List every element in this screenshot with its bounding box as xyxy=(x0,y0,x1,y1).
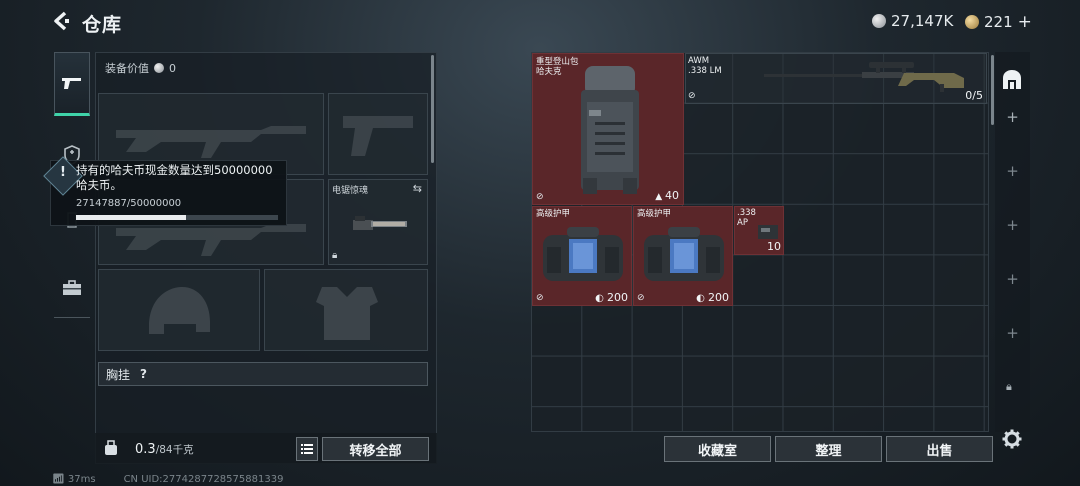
silver-currency: 27,147K xyxy=(872,12,953,30)
rifle-silhouette-icon xyxy=(116,126,306,158)
storage-tab-main[interactable] xyxy=(1000,68,1024,96)
tooltip-message: 持有的哈夫币现金数量达到50000000哈夫币。 xyxy=(76,163,273,192)
info-icon: ! xyxy=(60,165,66,180)
melee-slot[interactable]: 电锯惊魂 ⇆ 🔒︎ xyxy=(328,179,428,265)
chest-rig-bar[interactable]: 胸挂 ? xyxy=(98,362,428,386)
ammo-box-icon xyxy=(758,225,778,239)
weight-capacity: /84千克 xyxy=(155,444,194,456)
add-storage-tab-icon[interactable]: + xyxy=(995,324,1030,342)
toolbox-icon xyxy=(63,279,81,295)
helmet-silhouette-icon xyxy=(149,287,210,334)
sniper-rifle-icon xyxy=(764,62,964,92)
item-advanced-armor[interactable]: 高级护甲 ⊘ ◐ 200 xyxy=(633,206,733,306)
storage-scrollbar[interactable] xyxy=(991,55,994,125)
item-advanced-armor[interactable]: 高级护甲 ⊘ ◐ 200 xyxy=(532,206,632,306)
gold-amount: 221 xyxy=(984,13,1013,31)
add-storage-tab-icon[interactable]: + xyxy=(995,162,1030,180)
settings-button[interactable] xyxy=(1002,429,1022,453)
helmet-slot[interactable] xyxy=(98,269,260,351)
add-storage-tab-icon[interactable]: + xyxy=(995,216,1030,234)
gear-icon xyxy=(1002,429,1022,449)
add-storage-tab-icon[interactable]: + xyxy=(995,270,1030,288)
tradeable-icon: ⊘ xyxy=(637,293,645,303)
warehouse-icon xyxy=(1003,70,1021,89)
vault-button[interactable]: 收藏室 xyxy=(664,436,771,462)
item-name: .338 AP xyxy=(737,208,756,228)
ping-readout: 📶︎ 37ms xyxy=(52,474,96,485)
item-count: 10 xyxy=(767,240,781,253)
backpack-weight-icon xyxy=(104,440,118,460)
equipment-value: 装备价值 0 xyxy=(105,60,176,76)
equipment-value-amount: 0 xyxy=(169,61,176,75)
chest-rig-label: 胸挂 xyxy=(106,367,131,382)
tab-weapons[interactable] xyxy=(54,52,90,116)
item-name: 重型登山包 哈夫克 xyxy=(536,57,579,77)
armor-bag-icon xyxy=(644,227,724,281)
item-ammo-count: 0/5 xyxy=(965,89,983,102)
uid-text: CN UID:2774287728575881339 xyxy=(123,474,284,485)
tradeable-icon: ⊘ xyxy=(688,91,696,101)
armor-bag-icon xyxy=(543,227,623,281)
tooltip-progress-text: 27147887/50000000 xyxy=(76,198,182,209)
tooltip-progress-fill xyxy=(76,215,186,220)
equipment-value-label: 装备价值 xyxy=(105,62,149,75)
sell-button[interactable]: 出售 xyxy=(886,436,993,462)
haf-coin-icon xyxy=(154,63,164,73)
chainsaw-icon xyxy=(353,216,407,230)
status-line: 📶︎ 37ms CN UID:2774287728575881339 xyxy=(52,474,283,485)
item-awm-rifle[interactable]: AWM .338 LM ⊘ 0/5 xyxy=(685,53,987,104)
gold-currency[interactable]: 221 + xyxy=(965,12,1032,32)
item-capacity: ▲ 40 xyxy=(655,189,679,202)
backpack-icon xyxy=(581,66,639,194)
sort-button[interactable]: 整理 xyxy=(775,436,882,462)
add-storage-tab-icon[interactable]: + xyxy=(995,108,1030,126)
list-icon xyxy=(301,444,313,454)
lock-icon: 🔒︎ xyxy=(1006,380,1012,393)
vest-silhouette-icon xyxy=(316,287,378,340)
melee-label: 电锯惊魂 xyxy=(332,186,369,196)
equipment-scrollbar[interactable] xyxy=(431,55,434,163)
item-heavy-backpack[interactable]: 重型登山包 哈夫克 ⊘ ▲ 40 xyxy=(532,53,684,205)
silver-amount: 27,147K xyxy=(891,12,954,30)
back-arrow-icon xyxy=(54,11,69,31)
item-durability: ◐ 200 xyxy=(595,291,628,304)
list-view-button[interactable] xyxy=(296,437,318,461)
tradeable-icon: ⊘ xyxy=(536,192,544,202)
back-button[interactable] xyxy=(50,10,72,32)
haf-coin-icon xyxy=(872,14,886,28)
item-338-ap-ammo[interactable]: .338 AP 10 xyxy=(734,206,784,255)
pistol-icon xyxy=(62,78,81,89)
tradeable-icon: ⊘ xyxy=(536,293,544,303)
add-gold-icon[interactable]: + xyxy=(1018,12,1032,32)
armor-slot[interactable] xyxy=(264,269,428,351)
swap-icon[interactable]: ⇆ xyxy=(413,182,422,195)
weight-value: 0.3 xyxy=(135,442,156,457)
item-name: 高级护甲 xyxy=(637,209,672,219)
page-title: 仓库 xyxy=(82,14,123,36)
transfer-all-button[interactable]: 转移全部 xyxy=(322,437,429,461)
weight-readout: 0.3/84千克 xyxy=(135,442,194,457)
pistol-slot[interactable] xyxy=(328,93,428,175)
pistol-silhouette-icon xyxy=(343,116,413,156)
item-durability: ◐ 200 xyxy=(696,291,729,304)
lock-icon: 🔒︎ xyxy=(332,250,338,261)
item-name: AWM .338 LM xyxy=(688,56,722,76)
tab-tools[interactable] xyxy=(54,258,90,318)
gold-coin-icon xyxy=(965,15,979,29)
item-name: 高级护甲 xyxy=(536,209,571,219)
help-icon[interactable]: ? xyxy=(140,367,147,381)
